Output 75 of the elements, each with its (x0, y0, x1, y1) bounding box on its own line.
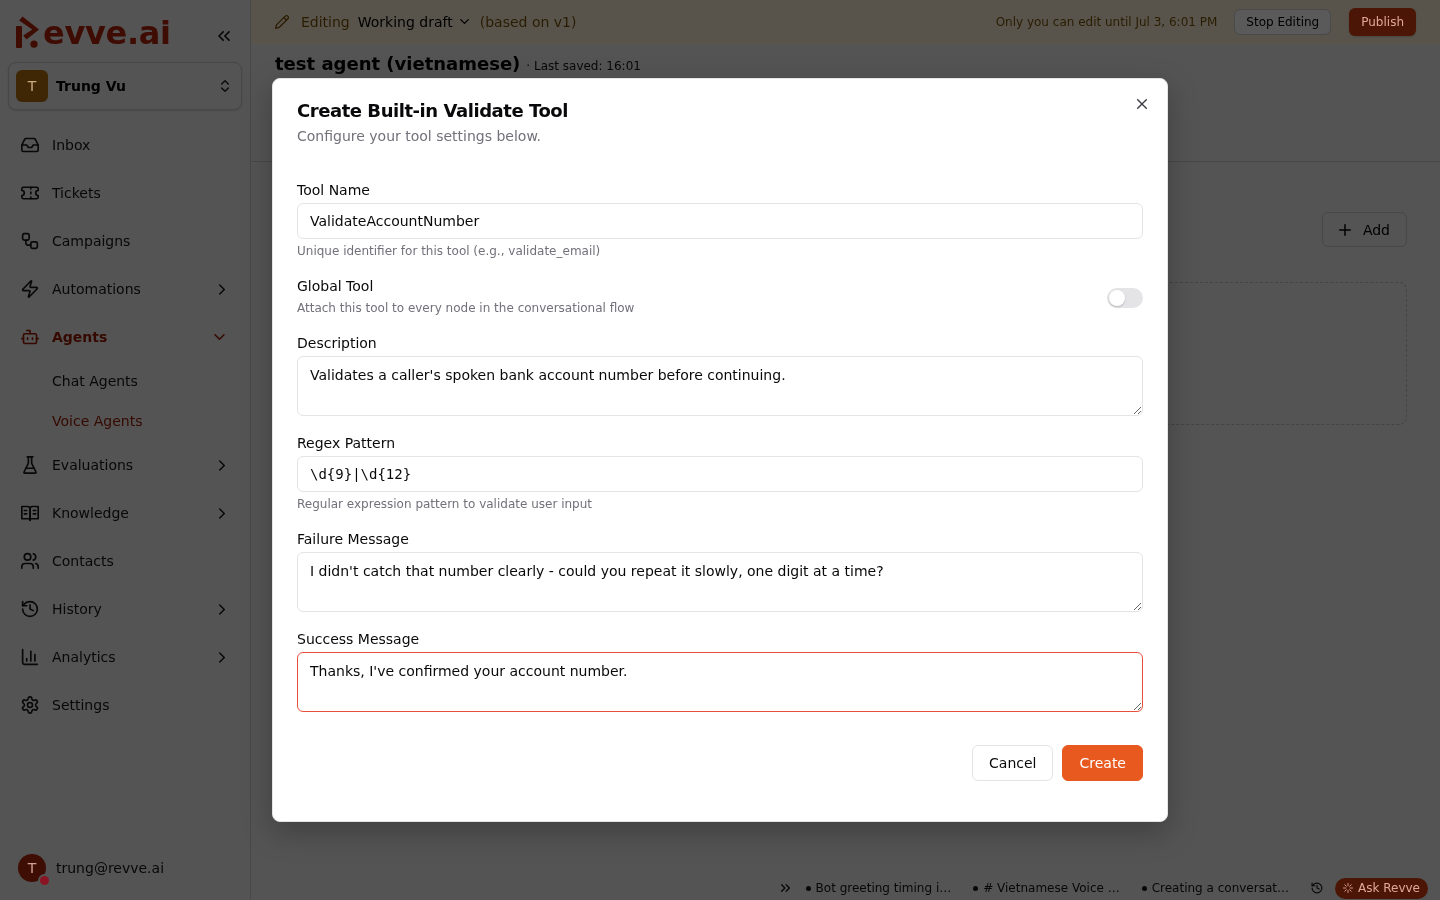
close-icon[interactable] (1137, 99, 1147, 109)
chat-tab[interactable]: # Vietnamese Voice … (973, 881, 1120, 895)
tray-icon (21, 136, 39, 154)
nav-item[interactable]: Evaluations (8, 445, 242, 485)
dialog-title: Create Built-in Validate Tool (297, 102, 569, 120)
book-icon (21, 504, 39, 522)
pencil-icon (275, 14, 289, 29)
workspace-switcher[interactable]: T Trung Vu (8, 62, 242, 110)
nav-item[interactable]: Contacts (8, 541, 242, 581)
nav-item[interactable]: Campaigns (8, 221, 242, 261)
field-label: Failure Message (297, 532, 410, 546)
workspace-avatar: T (16, 70, 48, 102)
code-input[interactable]: \d{9}|\d{12} (297, 456, 1143, 492)
publish-button[interactable]: Publish (1349, 7, 1416, 36)
history-icon (21, 600, 39, 618)
linked-squares-icon (21, 232, 39, 250)
chevrons-up-down-icon (221, 80, 229, 92)
chat-tab[interactable]: Creating a conversat… (1141, 881, 1289, 895)
nav-item[interactable]: Automations (8, 269, 242, 309)
dot-icon (805, 885, 811, 891)
ask-revve-button[interactable]: Ask Revve (1335, 877, 1428, 899)
nav-item[interactable]: Agents (8, 317, 242, 357)
bar-chart-icon (21, 648, 39, 666)
dialog-subtitle: Configure your tool settings below. (297, 127, 543, 146)
cancel-button[interactable]: Cancel (972, 745, 1054, 781)
settings-icon (21, 696, 39, 714)
help-text: Regular expression pattern to validate user input (297, 496, 593, 512)
textarea-field[interactable]: Thanks, I've confirmed your account number. (297, 652, 1143, 712)
dot-icon (973, 885, 979, 891)
lightning-icon (21, 280, 39, 298)
flask-icon (21, 456, 39, 474)
mode-label: Editing (301, 13, 350, 30)
nav-item[interactable]: Knowledge (8, 493, 242, 533)
history-icon[interactable] (1311, 882, 1323, 894)
user-avatar: T (18, 854, 46, 882)
textarea-field[interactable]: Validates a caller's spoken bank account number before continuing. (297, 356, 1143, 416)
last-saved-label: · Last saved: 16:01 (526, 59, 641, 73)
version-dropdown[interactable]: Working draft (357, 13, 469, 30)
robot-icon (21, 328, 39, 346)
field-label: Description (297, 336, 378, 350)
nav-item[interactable]: History (8, 589, 242, 629)
chevrons-left-icon[interactable] (218, 31, 230, 41)
field-label: Tool Name (297, 183, 371, 197)
dot-icon (1141, 885, 1147, 891)
logo-mark-icon (16, 16, 42, 48)
chat-tab[interactable]: Bot greeting timing i… (805, 881, 952, 895)
status-dot-icon (40, 876, 49, 885)
chevron-down-icon (459, 19, 469, 24)
textarea-field[interactable]: I didn't catch that number clearly - could you repeat it slowly, one digit at a time? (297, 552, 1143, 612)
chevrons-right-icon[interactable] (780, 884, 790, 892)
ticket-icon (21, 184, 39, 202)
sub-nav-item[interactable]: Voice Agents (8, 405, 242, 437)
sub-nav-item[interactable]: Chat Agents (8, 365, 242, 397)
create-button[interactable]: Create (1062, 745, 1143, 781)
text-input[interactable]: ValidateAccountNumber (297, 203, 1143, 239)
plus-icon (1338, 223, 1351, 236)
base-version-label: (based on v1) (479, 13, 577, 30)
brand-name: evve.ai (43, 18, 171, 48)
edit-lock-notice: Only you can edit until Jul 3, 6:01 PM (995, 14, 1218, 29)
nav-item[interactable]: Settings (8, 685, 242, 725)
add-button[interactable]: Add (1321, 212, 1407, 247)
toggle-switch[interactable] (1107, 287, 1143, 308)
field-label: Success Message (297, 632, 421, 646)
help-text: Attach this tool to every node in the conversational flow (297, 300, 635, 316)
people-icon (21, 552, 39, 570)
page-title: test agent (vietnamese) (275, 52, 521, 76)
help-text: Unique identifier for this tool (e.g., validate_email) (297, 243, 602, 259)
user-email: trung@revve.ai (56, 860, 165, 876)
nav-item[interactable]: Tickets (8, 173, 242, 213)
nav-item[interactable]: Inbox (8, 125, 242, 165)
sparkle-icon (1343, 883, 1353, 893)
stop-editing-button[interactable]: Stop Editing (1234, 8, 1332, 35)
field-label: Regex Pattern (297, 436, 397, 450)
nav-item[interactable]: Analytics (8, 637, 242, 677)
field-label: Global Tool (297, 279, 375, 293)
